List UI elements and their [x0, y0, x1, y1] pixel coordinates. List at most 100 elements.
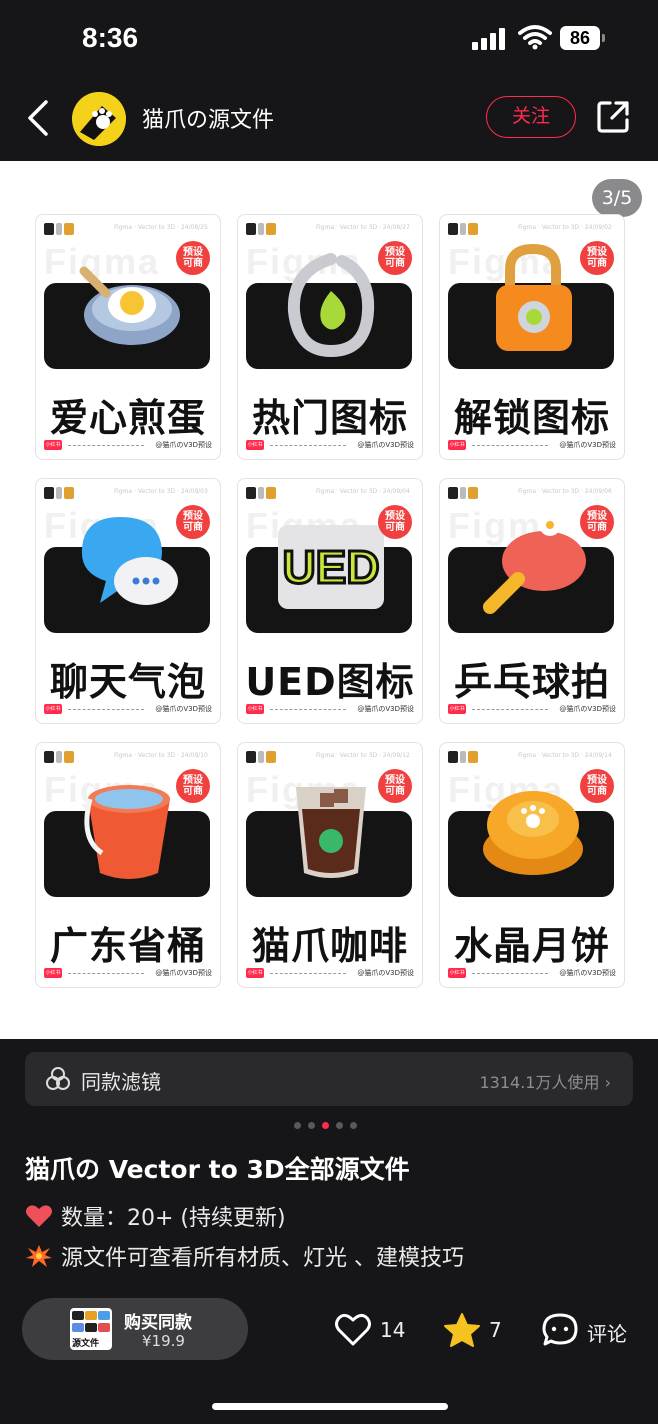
card-meta-text: Figma · Vector to 3D · 24/08/27: [316, 224, 410, 231]
card-footer: 小红书 @猫爪のV3D预设: [246, 967, 414, 979]
card-illustration: UED: [272, 505, 390, 623]
thumb-caption: 源文件: [72, 1339, 100, 1349]
card-footer-author: @猫爪のV3D预设: [559, 969, 616, 977]
buy-same-button[interactable]: 源文件 购买同款 ¥19.9: [22, 1298, 248, 1360]
card-meta-text: Figma · Vector to 3D · 24/08/25: [114, 224, 208, 231]
card-meta: Figma · Vector to 3D · 24/08/27: [246, 223, 414, 235]
like-button[interactable]: 14: [334, 1312, 406, 1348]
share-icon[interactable]: [594, 98, 632, 136]
heart-icon: [335, 1313, 371, 1346]
card-footer-author: @猫爪のV3D预设: [155, 969, 212, 977]
back-arrow-icon[interactable]: [22, 98, 56, 138]
xhs-tag: 小红书: [246, 968, 264, 978]
card-meta: Figma · Vector to 3D · 24/09/04: [246, 487, 414, 499]
xhs-tag: 小红书: [448, 440, 466, 450]
card-illustration: [70, 505, 188, 623]
card-illustration: [272, 769, 390, 887]
card-footer: 小红书 @猫爪のV3D预设: [448, 967, 616, 979]
wifi-icon: [518, 25, 552, 50]
card-meta-text: Figma · Vector to 3D · 24/09/02: [518, 224, 612, 231]
chevron-right-icon: ›: [604, 1073, 611, 1092]
card-footer-author: @猫爪のV3D预设: [559, 441, 616, 449]
card-meta-text: Figma · Vector to 3D · 24/09/10: [114, 752, 208, 759]
icon-card: Figma · Vector to 3D · 24/09/12Figma预设 可…: [237, 742, 423, 988]
card-title: 聊天气泡: [49, 660, 206, 704]
card-meta-text: Figma · Vector to 3D · 24/09/03: [114, 488, 208, 495]
product-thumbnail: 源文件: [70, 1308, 112, 1350]
icon-card: Figma · Vector to 3D · 24/09/04FigmaUED预…: [237, 478, 423, 724]
card-illustration: [272, 241, 390, 359]
post-image[interactable]: 3/5 Figma · Vector to 3D · 24/08/25 Figma…: [0, 161, 658, 1039]
post-header: 猫爪の源文件 关注: [0, 80, 658, 160]
buy-price: ¥19.9: [142, 1332, 185, 1350]
icon-card: Figma · Vector to 3D · 24/09/14 Figma 预设 可…: [439, 742, 625, 988]
preset-badge: 预设 可商: [176, 241, 210, 275]
card-illustration: [70, 241, 188, 359]
filter-usage-count: 1314.1万人使用 ›: [479, 1073, 612, 1092]
card-meta: Figma · Vector to 3D · 24/08/25: [44, 223, 212, 235]
card-title: 解锁图标: [453, 396, 610, 440]
filter-icon: [46, 1067, 70, 1090]
author-name[interactable]: 猫爪の源文件: [142, 102, 274, 134]
icon-card: Figma · Vector to 3D · 24/08/27 Figma 预设 可…: [237, 214, 423, 460]
icon-card: Figma · Vector to 3D · 24/08/25 Figma 预设 可…: [35, 214, 221, 460]
card-title: 广东省桶: [49, 924, 206, 968]
card-meta: Figma · Vector to 3D · 24/09/14: [448, 751, 616, 763]
icon-card: Figma · Vector to 3D · 24/09/02 Figma 预设 可…: [439, 214, 625, 460]
card-title: 乒乓球拍: [453, 660, 610, 704]
battery-indicator: 86: [560, 26, 605, 50]
card-footer-author: @猫爪のV3D预设: [559, 705, 616, 713]
preset-badge: 预设 可商: [580, 241, 614, 275]
card-meta: Figma · Vector to 3D · 24/09/06: [448, 487, 616, 499]
card-meta-text: Figma · Vector to 3D · 24/09/04: [316, 488, 410, 495]
collect-count: 7: [489, 1318, 502, 1342]
preset-badge: 预设 可商: [378, 241, 412, 275]
card-footer-author: @猫爪のV3D预设: [357, 705, 414, 713]
card-footer-author: @猫爪のV3D预设: [357, 969, 414, 977]
card-footer: 小红书 @猫爪のV3D预设: [448, 703, 616, 715]
same-filter-row[interactable]: 同款滤镜 1314.1万人使用 ›: [25, 1052, 633, 1106]
xhs-tag: 小红书: [246, 440, 264, 450]
preset-badge: 预设 可商: [176, 505, 210, 539]
card-footer-author: @猫爪のV3D预设: [155, 441, 212, 449]
card-footer: 小红书 @猫爪のV3D预设: [246, 439, 414, 451]
carousel-dots: [294, 1122, 364, 1130]
comment-button[interactable]: 评论: [541, 1312, 633, 1348]
explosion-emoji-icon: [26, 1245, 52, 1267]
card-title: 猫爪咖啡: [251, 924, 408, 968]
post-line-1: 数量：20+ (持续更新): [25, 1200, 286, 1232]
author-avatar[interactable]: [72, 92, 126, 146]
follow-button[interactable]: 关注: [486, 96, 576, 138]
card-meta-text: Figma · Vector to 3D · 24/09/06: [518, 488, 612, 495]
card-meta: Figma · Vector to 3D · 24/09/10: [44, 751, 212, 763]
xhs-tag: 小红书: [246, 704, 264, 714]
svg-text:UED: UED: [282, 541, 379, 593]
card-footer: 小红书 @猫爪のV3D预设: [246, 703, 414, 715]
card-illustration: [474, 505, 592, 623]
card-footer: 小红书 @猫爪のV3D预设: [448, 439, 616, 451]
heart-emoji-icon: [26, 1205, 52, 1227]
card-meta: Figma · Vector to 3D · 24/09/03: [44, 487, 212, 499]
post-title: 猫爪の Vector to 3D全部源文件: [25, 1155, 410, 1184]
comment-label: 评论: [587, 1322, 627, 1346]
icon-card: Figma · Vector to 3D · 24/09/06 Figma 预设 可…: [439, 478, 625, 724]
home-indicator: [212, 1403, 448, 1410]
card-meta: Figma · Vector to 3D · 24/09/12: [246, 751, 414, 763]
xhs-tag: 小红书: [44, 704, 62, 714]
card-footer-author: @猫爪のV3D预设: [155, 705, 212, 713]
xhs-tag: 小红书: [44, 440, 62, 450]
card-footer: 小红书 @猫爪のV3D预设: [44, 703, 212, 715]
card-footer-author: @猫爪のV3D预设: [357, 441, 414, 449]
status-time: 8:36: [82, 22, 139, 53]
card-title: UED图标: [245, 660, 415, 704]
preset-badge: 预设 可商: [378, 769, 412, 803]
card-meta-text: Figma · Vector to 3D · 24/09/14: [518, 752, 612, 759]
preset-badge: 预设 可商: [378, 505, 412, 539]
card-meta: Figma · Vector to 3D · 24/09/02: [448, 223, 616, 235]
like-count: 14: [380, 1318, 406, 1342]
preset-badge: 预设 可商: [580, 769, 614, 803]
card-footer: 小红书 @猫爪のV3D预设: [44, 967, 212, 979]
star-icon: [444, 1313, 480, 1347]
preset-badge: 预设 可商: [580, 505, 614, 539]
collect-button[interactable]: 7: [443, 1312, 505, 1348]
